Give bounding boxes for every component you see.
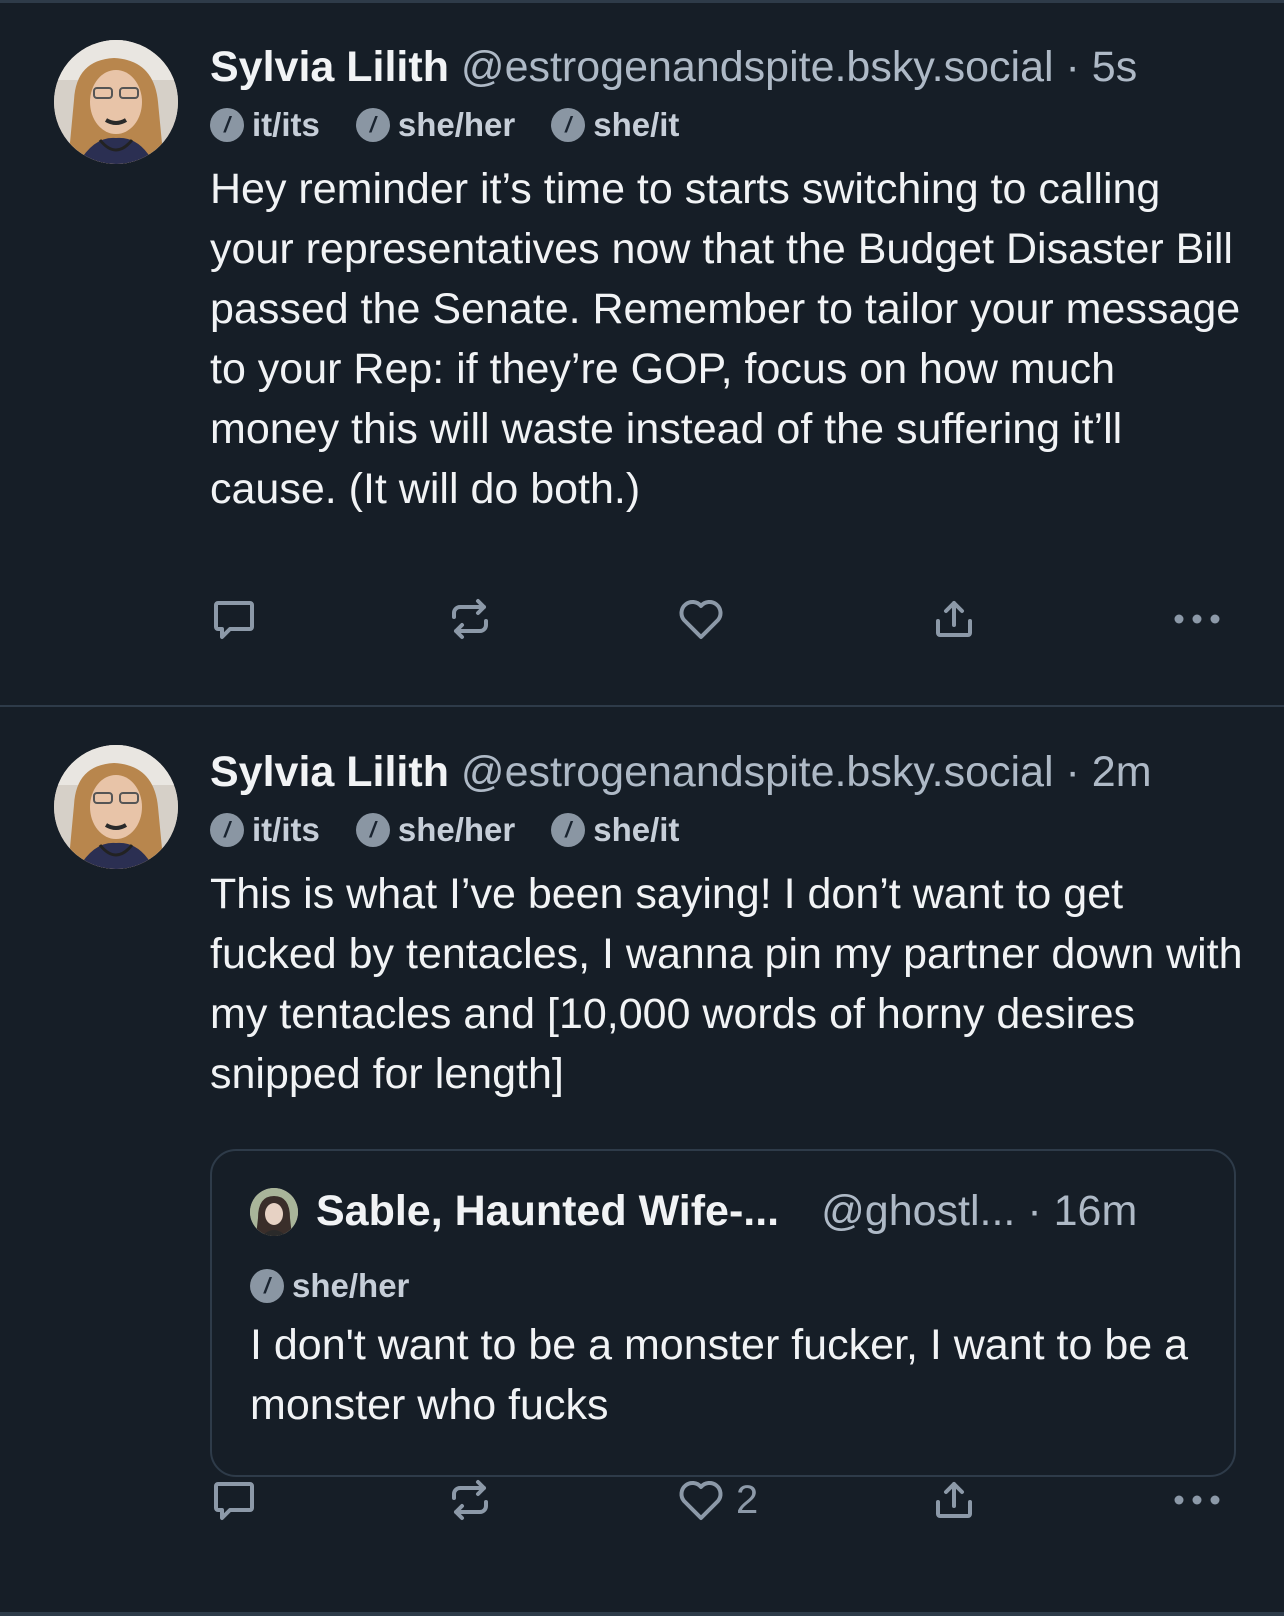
quoted-post[interactable]: Sable, Haunted Wife-... @ghostl... · 16m…	[210, 1149, 1236, 1477]
separator-dot	[1042, 1187, 1054, 1236]
separator-dot: ·	[1027, 1187, 1042, 1235]
like-button[interactable]	[676, 591, 736, 647]
quote-text: I don't want to be a monster fucker, I w…	[250, 1321, 1189, 1429]
author-name[interactable]: Sylvia Lilith	[210, 748, 449, 796]
post-actions	[210, 591, 1230, 647]
post-time[interactable]: 5s	[1092, 43, 1137, 91]
post-divider	[0, 705, 1284, 707]
author-handle[interactable]: @estrogenandspite.bsky.social	[461, 748, 1054, 796]
pronoun-info-icon: /	[210, 813, 244, 847]
pronoun-badge: / it/its	[210, 106, 320, 144]
pronoun-label: she/her	[397, 106, 516, 143]
pronoun-list: / it/its / she/her / she/it	[210, 810, 1250, 850]
post-header: Sylvia Lilith @estrogenandspite.bsky.soc…	[210, 37, 1250, 97]
more-icon	[1174, 614, 1220, 624]
more-button[interactable]	[1172, 591, 1222, 647]
quote-author-name[interactable]: Sable, Haunted Wife-...	[316, 1187, 779, 1236]
heart-icon	[679, 600, 723, 639]
reply-icon	[214, 1482, 254, 1520]
post-header: Sylvia Lilith @estrogenandspite.bsky.soc…	[210, 742, 1250, 802]
pronoun-label: she/her	[397, 811, 516, 848]
pronoun-badge: / she/it	[551, 106, 679, 144]
share-button[interactable]	[930, 1472, 978, 1528]
pronoun-label: she/it	[593, 811, 680, 848]
pronoun-label: she/her	[292, 1267, 410, 1304]
pronoun-info-icon: /	[210, 108, 244, 142]
post-actions: 2	[210, 1472, 1230, 1528]
pronoun-label: it/its	[252, 106, 320, 143]
share-icon	[936, 1482, 972, 1518]
avatar[interactable]	[54, 745, 178, 869]
pronoun-badge: / she/her	[355, 811, 516, 849]
like-button[interactable]: 2	[676, 1472, 758, 1528]
pronoun-info-icon: /	[551, 813, 586, 847]
post-text: Hey reminder it’s time to starts switchi…	[210, 165, 1241, 513]
reply-button[interactable]	[210, 1472, 258, 1528]
quote-time[interactable]: 16m	[1054, 1187, 1138, 1236]
quote-author-handle[interactable]: @ghostl...	[821, 1187, 1015, 1236]
pronoun-info-icon: /	[551, 108, 586, 142]
post-time[interactable]: 2m	[1092, 748, 1152, 796]
pronoun-badge: / she/her	[355, 106, 516, 144]
bottom-divider	[0, 1612, 1284, 1616]
separator-dot	[1015, 1187, 1027, 1236]
pronoun-list: / it/its / she/her / she/it	[210, 105, 1250, 145]
like-count: 2	[736, 1477, 759, 1522]
separator-dot: ·	[1065, 43, 1080, 91]
repost-button[interactable]	[446, 591, 494, 647]
more-icon	[1174, 1495, 1220, 1505]
post-content: Sylvia Lilith @estrogenandspite.bsky.soc…	[210, 37, 1250, 519]
pronoun-badge: / she/her	[250, 1267, 409, 1305]
quote-header: Sable, Haunted Wife-... @ghostl... · 16m	[250, 1187, 1137, 1236]
pronoun-badge: / it/its	[210, 811, 320, 849]
author-name[interactable]: Sylvia Lilith	[210, 43, 449, 91]
post[interactable]: Sylvia Lilith @estrogenandspite.bsky.soc…	[0, 708, 1284, 1612]
post-content: Sylvia Lilith @estrogenandspite.bsky.soc…	[210, 742, 1250, 1104]
separator-dot: ·	[1065, 748, 1080, 796]
pronoun-label: it/its	[252, 811, 320, 848]
pronoun-info-icon: /	[355, 108, 390, 142]
pronoun-label: she/it	[593, 106, 680, 143]
post[interactable]: Sylvia Lilith @estrogenandspite.bsky.soc…	[0, 3, 1284, 705]
share-button[interactable]	[930, 591, 978, 647]
author-handle[interactable]: @estrogenandspite.bsky.social	[461, 43, 1054, 91]
pronoun-info-icon: /	[355, 813, 390, 847]
reply-button[interactable]	[210, 591, 258, 647]
heart-icon	[679, 1481, 723, 1520]
reply-icon	[214, 601, 254, 639]
repost-icon	[452, 1480, 488, 1520]
share-icon	[936, 601, 972, 637]
more-button[interactable]	[1172, 1472, 1222, 1528]
post-text: This is what I’ve been saying! I don’t w…	[210, 870, 1243, 1098]
avatar[interactable]	[54, 40, 178, 164]
quote-avatar[interactable]	[250, 1187, 298, 1236]
pronoun-info-icon: /	[250, 1269, 284, 1303]
repost-button[interactable]	[446, 1472, 494, 1528]
pronoun-badge: / she/it	[551, 811, 679, 849]
repost-icon	[452, 599, 488, 639]
